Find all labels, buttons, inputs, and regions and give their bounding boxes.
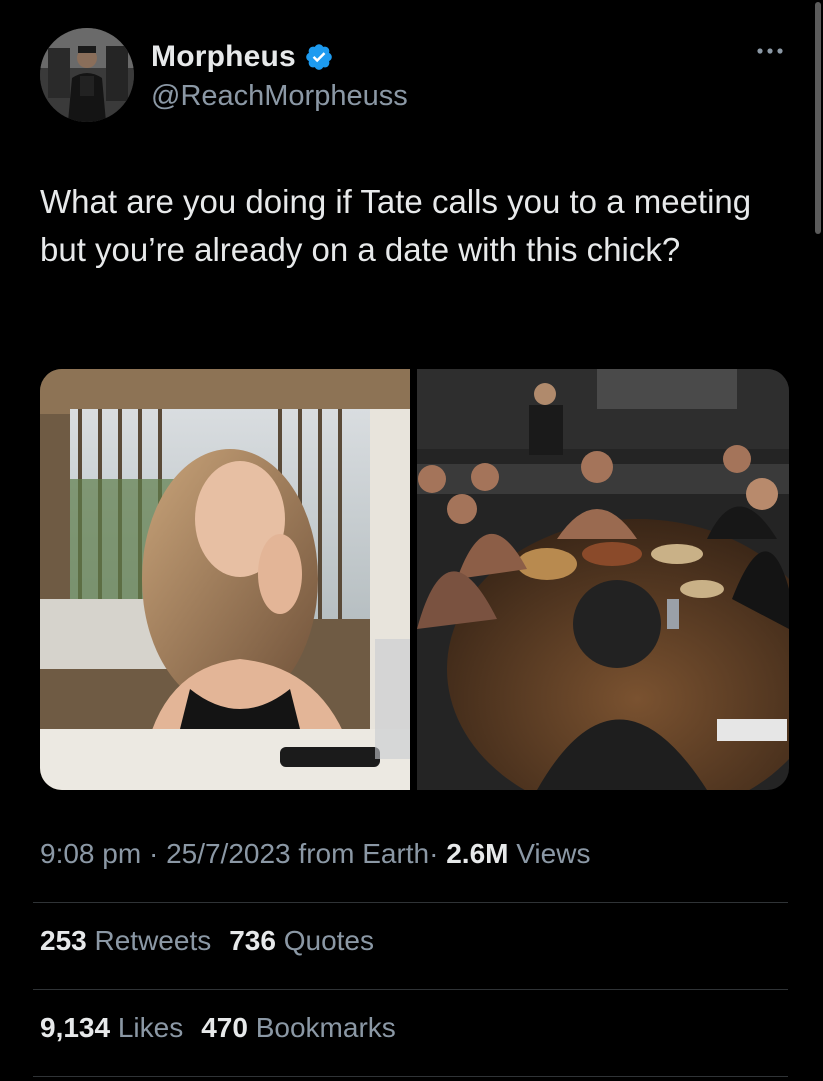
tweet-time[interactable]: 9:08 pm bbox=[40, 838, 141, 869]
media-photo-1[interactable] bbox=[40, 369, 410, 790]
divider bbox=[33, 989, 788, 990]
tweet-text: What are you doing if Tate calls you to … bbox=[40, 183, 752, 268]
likes-label: Likes bbox=[117, 1012, 184, 1043]
quotes-stat[interactable]: 736 Quotes bbox=[229, 925, 374, 956]
photo-group-dinner-table bbox=[417, 369, 789, 790]
retweets-stat[interactable]: 253 Retweets bbox=[40, 925, 211, 956]
bookmarks-stat[interactable]: 470 Bookmarks bbox=[201, 1012, 396, 1043]
bookmarks-count: 470 bbox=[201, 1012, 248, 1043]
stats-row-likes: 9,134 Likes 470 Bookmarks bbox=[40, 1012, 414, 1044]
quotes-label: Quotes bbox=[283, 925, 374, 956]
retweets-count: 253 bbox=[40, 925, 87, 956]
likes-stat[interactable]: 9,134 Likes bbox=[40, 1012, 183, 1043]
quotes-count: 736 bbox=[229, 925, 276, 956]
divider bbox=[33, 1076, 788, 1077]
tweet-source: from Earth bbox=[298, 838, 430, 869]
stats-row-engagement: 253 Retweets 736 Quotes bbox=[40, 925, 392, 957]
divider bbox=[33, 902, 788, 903]
avatar-image bbox=[40, 28, 134, 122]
views-label: Views bbox=[516, 838, 591, 869]
tweet-meta: 9:08 pm · 25/7/2023 from Earth· 2.6M Vie… bbox=[40, 838, 590, 870]
views-count: 2.6M bbox=[446, 838, 509, 869]
bookmarks-label: Bookmarks bbox=[255, 1012, 396, 1043]
retweets-label: Retweets bbox=[94, 925, 212, 956]
user-handle[interactable]: @ReachMorpheuss bbox=[151, 80, 408, 113]
photo-woman-cafe bbox=[40, 369, 410, 790]
more-options-icon[interactable] bbox=[754, 44, 786, 58]
tweet-date[interactable]: 25/7/2023 bbox=[166, 838, 291, 869]
meta-separator: · bbox=[148, 838, 159, 869]
likes-count: 9,134 bbox=[40, 1012, 111, 1043]
display-name[interactable]: Morpheus bbox=[151, 40, 296, 74]
scrollbar[interactable] bbox=[815, 2, 821, 234]
name-row: Morpheus bbox=[151, 40, 334, 74]
media-photo-2[interactable] bbox=[417, 369, 789, 790]
verified-badge-icon bbox=[304, 42, 334, 72]
tweet-header: Morpheus @ReachMorpheuss bbox=[40, 28, 790, 128]
meta-separator: · bbox=[429, 838, 439, 869]
media-grid bbox=[40, 369, 789, 790]
avatar[interactable] bbox=[40, 28, 134, 122]
